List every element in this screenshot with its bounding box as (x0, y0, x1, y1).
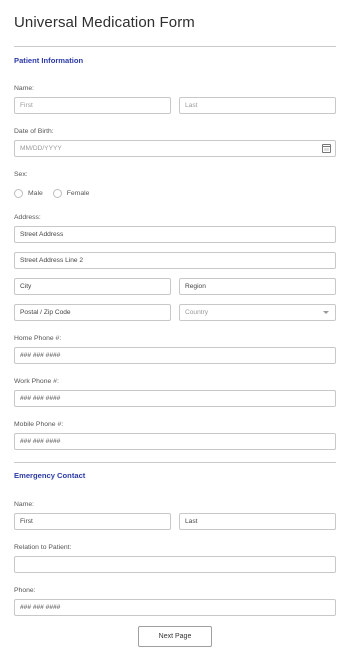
sex-option-male[interactable]: Male (14, 188, 43, 198)
sex-radio-group: Male Female (14, 187, 99, 199)
section-title-patient: Patient Information (14, 56, 84, 65)
sex-label: Sex: (14, 171, 28, 178)
relation-label: Relation to Patient: (14, 544, 72, 551)
street-address-line2-field[interactable]: Street Address Line 2 (14, 252, 336, 269)
radio-button-male[interactable] (14, 188, 23, 198)
sex-option-female-label: Female (66, 189, 90, 197)
emergency-first-name-field[interactable]: First (14, 513, 171, 530)
home-phone-field[interactable]: ### ### #### (14, 347, 336, 364)
work-phone-field[interactable]: ### ### #### (14, 390, 336, 407)
region-field[interactable]: Region (179, 278, 336, 295)
dob-field[interactable]: MM/DD/YYYY (14, 140, 336, 157)
title-divider (14, 46, 336, 47)
mobile-phone-label: Mobile Phone #: (14, 421, 64, 428)
emergency-phone-field[interactable]: ### ### #### (14, 599, 336, 616)
street-address-field[interactable]: Street Address (14, 226, 336, 243)
dob-placeholder: MM/DD/YYYY (20, 145, 62, 152)
emergency-name-label: Name: (14, 501, 35, 508)
radio-button-female[interactable] (52, 188, 62, 198)
calendar-icon[interactable] (322, 144, 331, 153)
chevron-down-icon[interactable] (323, 311, 329, 314)
sex-option-male-label: Male (28, 189, 43, 197)
emergency-last-name-field[interactable]: Last (179, 513, 336, 530)
address-label: Address: (14, 214, 41, 221)
relation-field[interactable] (14, 556, 336, 573)
work-phone-label: Work Phone #: (14, 378, 59, 385)
patient-first-name-field[interactable]: First (14, 97, 171, 114)
section-divider (14, 462, 336, 463)
city-field[interactable]: City (14, 278, 171, 295)
emergency-phone-label: Phone: (14, 587, 36, 594)
sex-option-female[interactable]: Female (52, 188, 90, 198)
country-select[interactable]: Country (179, 304, 336, 321)
section-title-emergency: Emergency Contact (14, 471, 86, 480)
form-title: Universal Medication Form (14, 14, 195, 31)
home-phone-label: Home Phone #: (14, 335, 62, 342)
postal-code-field[interactable]: Postal / Zip Code (14, 304, 171, 321)
patient-last-name-field[interactable]: Last (179, 97, 336, 114)
next-page-button[interactable]: Next Page (138, 626, 212, 647)
country-select-value: Country (185, 309, 209, 316)
mobile-phone-field[interactable]: ### ### #### (14, 433, 336, 450)
patient-name-label: Name: (14, 85, 35, 92)
dob-label: Date of Birth: (14, 128, 54, 135)
